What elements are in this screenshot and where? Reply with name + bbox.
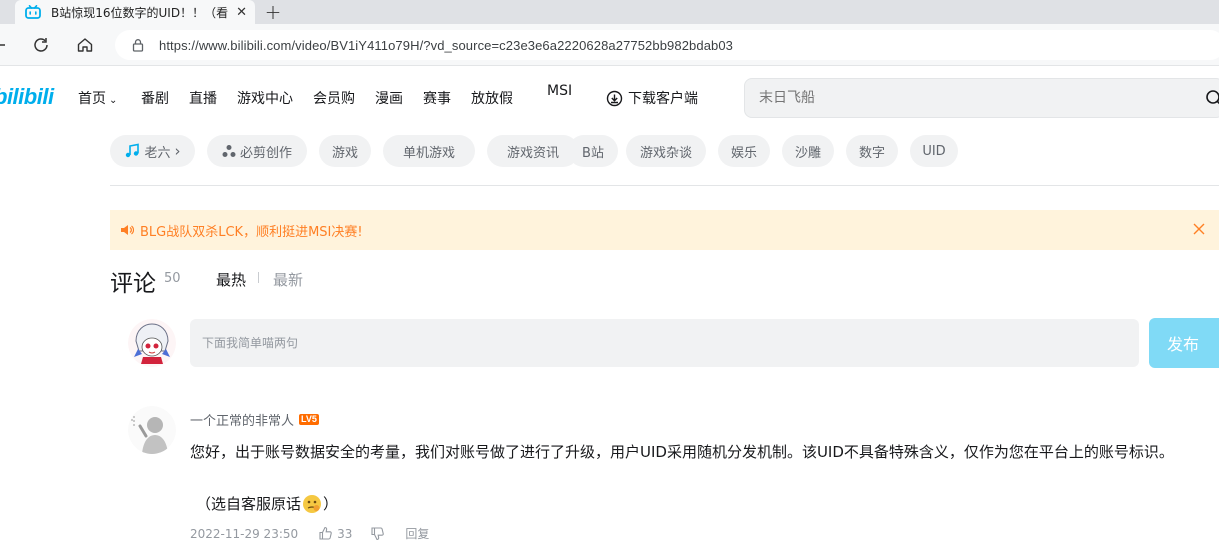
thumbs-up-icon <box>318 526 333 541</box>
sort-divider <box>258 272 259 283</box>
sort-new-tab[interactable]: 最新 <box>273 269 303 290</box>
home-icon[interactable] <box>72 24 98 66</box>
tag-item[interactable]: 沙雕 <box>782 135 834 167</box>
url-text[interactable]: https://www.bilibili.com/video/BV1iY411o… <box>159 38 733 53</box>
download-client-link[interactable]: 下载客户端 <box>606 88 698 108</box>
nav-live[interactable]: 直播 <box>189 88 217 108</box>
tag-item[interactable]: 数字 <box>846 135 898 167</box>
comment-text: 您好，出于账号数据安全的考量，我们对账号做了进行了升级，用户UID采用随机分发机… <box>190 440 1215 464</box>
like-button[interactable]: 33 <box>318 526 352 541</box>
comment-quote: （选自客服原话 ） <box>196 493 338 514</box>
back-arrow-icon[interactable] <box>0 24 12 66</box>
comment-date: 2022-11-29 23:50 <box>190 527 298 541</box>
lock-icon[interactable] <box>131 38 145 52</box>
browser-toolbar: https://www.bilibili.com/video/BV1iY411o… <box>0 24 1219 66</box>
bilibili-favicon-icon <box>25 5 41 19</box>
tag-item[interactable]: 游戏杂谈 <box>626 135 706 167</box>
download-client-label: 下载客户端 <box>628 88 698 108</box>
nav-home[interactable]: 首页⌄ <box>78 88 117 108</box>
comment-username[interactable]: 一个正常的非常人 <box>190 410 294 429</box>
dislike-button[interactable] <box>370 526 385 541</box>
comment-user: 一个正常的非常人 LV5 <box>190 410 319 429</box>
thumbs-down-icon <box>370 526 385 541</box>
music-note-icon <box>124 143 140 159</box>
level-badge: LV5 <box>299 414 319 425</box>
tag-item[interactable]: UID <box>910 135 958 167</box>
tag-item[interactable]: 游戏 <box>319 135 371 167</box>
browser-tab-bar: B站惊现16位数字的UID！！（看 ✕ + <box>0 0 1219 24</box>
comments-title: 评论 <box>110 264 156 298</box>
chevron-down-icon: ⌄ <box>109 95 117 106</box>
reply-button[interactable]: 回复 <box>405 525 429 542</box>
tag-item[interactable]: 娱乐 <box>718 135 770 167</box>
tag-item[interactable]: 单机游戏 <box>383 135 475 167</box>
nav-anime[interactable]: 番剧 <box>141 88 169 108</box>
tag-label: 必剪创作 <box>240 142 292 161</box>
new-tab-button[interactable]: + <box>262 0 284 24</box>
nav-msi[interactable]: MSI <box>547 83 572 99</box>
tag-item[interactable]: B站 <box>568 135 618 167</box>
search-icon[interactable] <box>1205 89 1219 107</box>
site-header: bilibili 首页⌄ 番剧 直播 游戏中心 会员购 漫画 赛事 放放假 MS… <box>0 66 1219 130</box>
close-icon[interactable] <box>1193 223 1205 235</box>
publish-button[interactable]: 发布 <box>1149 318 1219 368</box>
speaker-icon <box>120 223 134 237</box>
notice-text[interactable]: BLG战队双杀LCK，顺利挺进MSI决赛! <box>140 221 363 240</box>
sort-hot-tab[interactable]: 最热 <box>216 269 246 290</box>
comments-count: 50 <box>164 271 181 286</box>
browser-tab[interactable]: B站惊现16位数字的UID！！（看 ✕ <box>15 0 255 24</box>
comment-quote-close: ） <box>323 493 338 514</box>
nav-esports[interactable]: 赛事 <box>423 88 451 108</box>
comment-meta: 2022-11-29 23:50 33 回复 <box>190 525 429 542</box>
notice-bar: BLG战队双杀LCK，顺利挺进MSI决赛! <box>110 210 1219 250</box>
thinking-emoji-icon <box>302 494 322 514</box>
nav-game-center[interactable]: 游戏中心 <box>237 88 293 108</box>
comment-input[interactable] <box>190 319 1139 367</box>
tag-bijian[interactable]: 必剪创作 <box>207 135 307 167</box>
bilibili-logo[interactable]: bilibili <box>0 84 54 110</box>
tab-close-icon[interactable]: ✕ <box>236 6 247 19</box>
nav-home-label: 首页 <box>78 91 106 107</box>
chevron-right-icon: › <box>175 142 181 160</box>
nav-manga[interactable]: 漫画 <box>375 88 403 108</box>
url-bar[interactable]: https://www.bilibili.com/video/BV1iY411o… <box>115 30 1219 60</box>
nav-holiday[interactable]: 放放假 <box>471 88 513 108</box>
like-count: 33 <box>337 527 352 541</box>
tag-item[interactable]: 游戏资讯 <box>487 135 579 167</box>
tag-laoliu[interactable]: 老六 › <box>110 135 195 167</box>
reload-icon[interactable] <box>28 24 54 66</box>
avatar[interactable] <box>128 406 176 454</box>
search-input[interactable] <box>759 90 1179 106</box>
search-box <box>744 78 1219 118</box>
comment-quote-open: （选自客服原话 <box>196 493 301 514</box>
divider <box>110 185 1219 186</box>
scissors-icon <box>222 144 236 158</box>
nav-member-shop[interactable]: 会员购 <box>313 88 355 108</box>
download-icon <box>606 90 623 107</box>
avatar[interactable] <box>128 319 176 367</box>
tab-title: B站惊现16位数字的UID！！（看 <box>51 4 231 21</box>
tag-label: 老六 <box>144 142 170 161</box>
